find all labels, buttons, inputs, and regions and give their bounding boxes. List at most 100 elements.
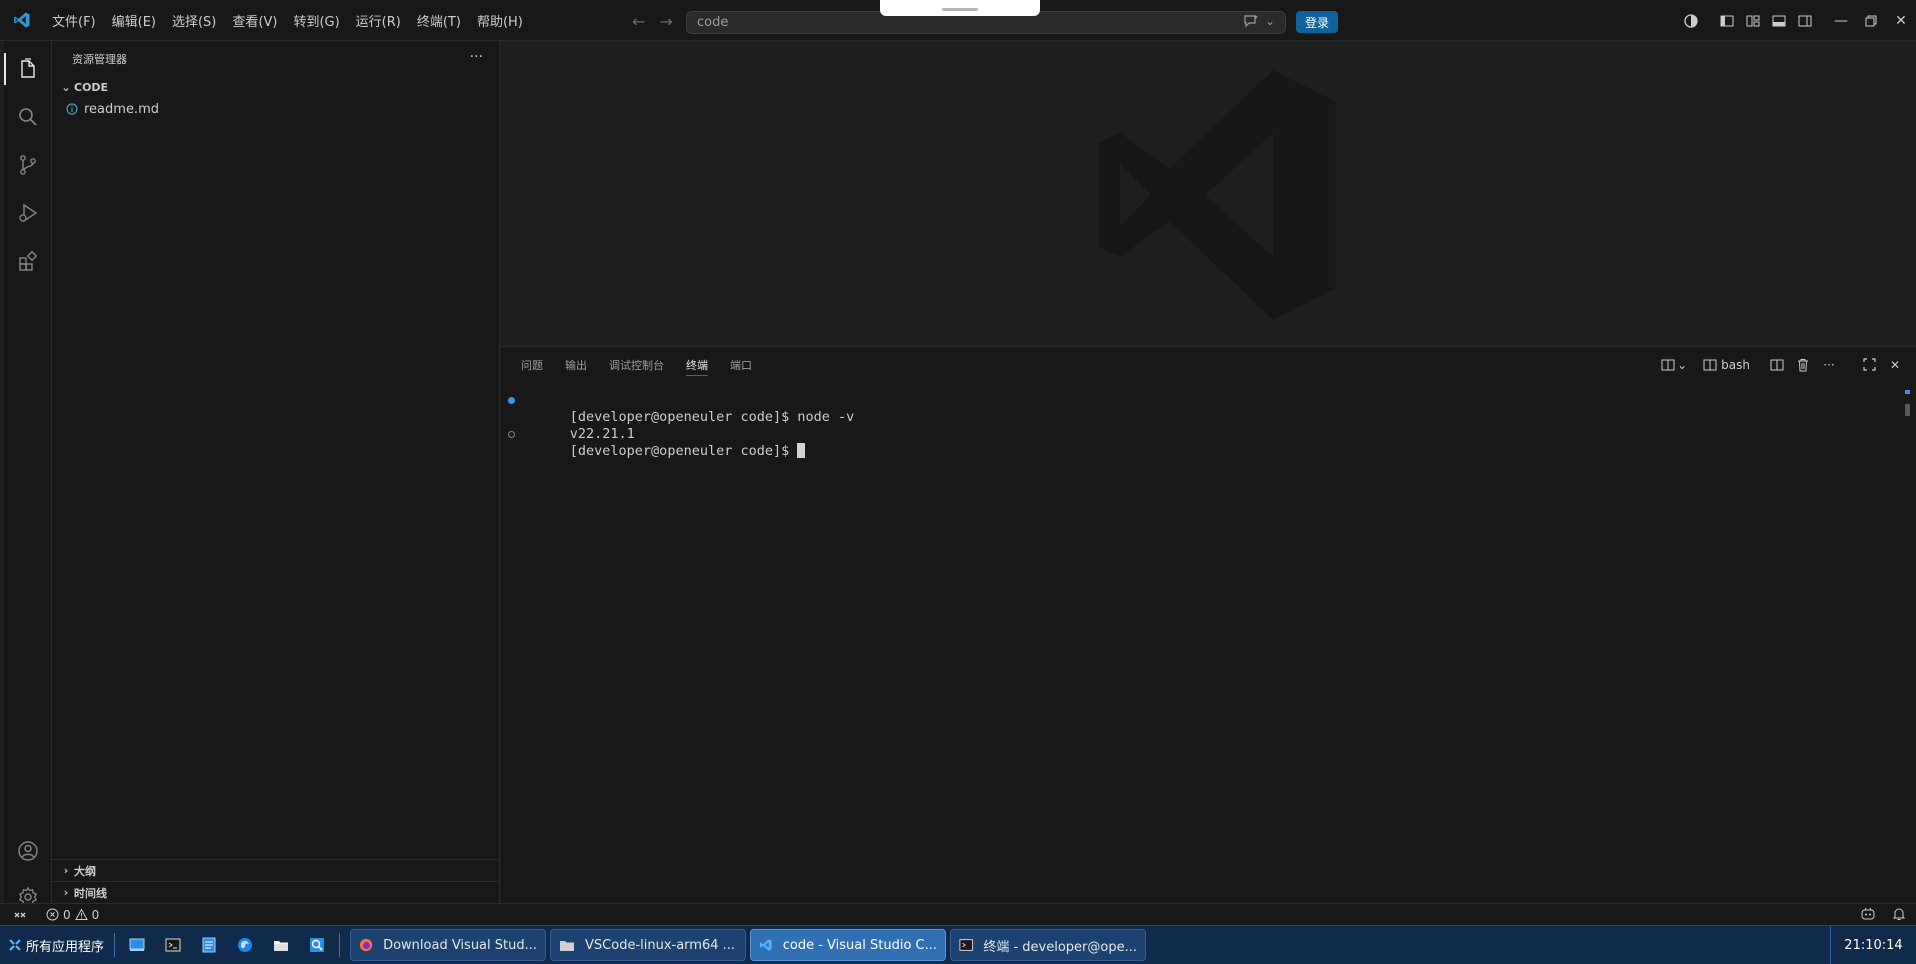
run-debug-icon[interactable]: [4, 189, 52, 237]
folder-name: CODE: [74, 80, 109, 94]
terminal-cursor: [797, 443, 806, 458]
task-label: 终端 - developer@ope...: [983, 939, 1138, 955]
show-desktop-icon[interactable]: [119, 926, 155, 964]
task-firefox[interactable]: Download Visual Stud...: [350, 929, 547, 961]
toggle-secondary-sidebar-icon[interactable]: [1792, 8, 1818, 34]
terminal-icon: [959, 939, 973, 951]
toggle-panel-icon[interactable]: [1766, 8, 1792, 34]
copilot-icon[interactable]: [1678, 8, 1704, 34]
firefox-icon: [359, 938, 373, 952]
menu-run[interactable]: 运行(R): [348, 0, 409, 41]
scrollbar-marker: [1905, 390, 1910, 394]
task-label: Download Visual Stud...: [383, 937, 538, 953]
terminal-output[interactable]: [developer@openeuler code]$ node -v v22.…: [501, 392, 1901, 459]
task-vscode[interactable]: code - Visual Studio C...: [750, 929, 947, 961]
status-bar: 0 0: [0, 903, 1916, 925]
menu-selection[interactable]: 选择(S): [164, 0, 224, 41]
explorer-icon[interactable]: [4, 45, 52, 93]
file-item-readme[interactable]: readme.md: [52, 98, 499, 120]
signin-button[interactable]: 登录: [1296, 11, 1339, 33]
timeline-label: 时间线: [74, 886, 107, 900]
tab-ports[interactable]: 端口: [730, 347, 752, 382]
menu-bar: 文件(F) 编辑(E) 选择(S) 查看(V) 转到(G) 运行(R) 终端(T…: [44, 0, 531, 41]
screen-drag-handle[interactable]: [880, 0, 1040, 16]
start-menu-button[interactable]: 所有应用程序: [0, 926, 110, 964]
warning-icon: [74, 908, 88, 920]
toggle-primary-sidebar-icon[interactable]: [1714, 8, 1740, 34]
notifications-bell-icon[interactable]: [1892, 907, 1906, 924]
explorer-sidebar: 资源管理器 ··· ⌄ CODE readme.md › 大纲 › 时间线: [52, 41, 500, 903]
file-name: readme.md: [84, 101, 159, 117]
source-control-icon[interactable]: [4, 141, 52, 189]
back-arrow-icon[interactable]: ←: [632, 12, 645, 31]
split-terminal-icon[interactable]: [1766, 354, 1788, 376]
warning-count: 0: [91, 907, 100, 922]
task-terminal[interactable]: 终端 - developer@ope...: [950, 929, 1147, 961]
maximize-panel-icon[interactable]: [1858, 354, 1880, 376]
taskbar-clock[interactable]: 21:10:14: [1830, 926, 1916, 964]
trash-icon[interactable]: [1792, 354, 1814, 376]
title-bar: 文件(F) 编辑(E) 选择(S) 查看(V) 转到(G) 运行(R) 终端(T…: [0, 0, 1916, 41]
command-pending-decoration[interactable]: [508, 431, 515, 438]
copilot-status-icon[interactable]: [1860, 907, 1876, 924]
close-panel-icon[interactable]: ✕: [1884, 354, 1906, 376]
problems-status[interactable]: 0 0: [40, 908, 99, 922]
panel-actions: ⌄ bash ··· ✕: [1659, 347, 1906, 382]
tab-output[interactable]: 输出: [565, 347, 587, 382]
menu-view[interactable]: 查看(V): [224, 0, 285, 41]
info-icon: [64, 101, 80, 117]
browser-launcher-icon[interactable]: [227, 926, 263, 964]
new-terminal-dropdown-icon[interactable]: ⌄: [1659, 354, 1689, 376]
terminal-line: [developer@openeuler code]$ node -v: [501, 392, 1901, 425]
copilot-chat-button[interactable]: ⌄: [1243, 14, 1275, 28]
text-editor-launcher-icon[interactable]: [191, 926, 227, 964]
search-launcher-icon[interactable]: [299, 926, 335, 964]
outline-label: 大纲: [74, 864, 96, 878]
more-actions-icon[interactable]: ···: [470, 49, 483, 65]
menu-go[interactable]: 转到(G): [285, 0, 347, 41]
chevron-down-icon: ⌄: [61, 80, 71, 94]
shell-name: bash: [1721, 357, 1750, 372]
tab-problems[interactable]: 问题: [521, 347, 543, 382]
menu-terminal[interactable]: 终端(T): [409, 0, 469, 41]
chevron-down-icon[interactable]: ⌄: [1265, 14, 1275, 28]
customize-layout-icon[interactable]: [1740, 8, 1766, 34]
remote-indicator-icon[interactable]: [0, 904, 40, 926]
sidebar-title: 资源管理器: [72, 52, 127, 66]
menu-edit[interactable]: 编辑(E): [104, 0, 164, 41]
activity-bar: [0, 41, 52, 908]
title-actions: — ✕: [1678, 0, 1916, 41]
close-window-icon[interactable]: ✕: [1886, 0, 1916, 41]
minimize-icon[interactable]: —: [1826, 0, 1856, 41]
tab-terminal[interactable]: 终端: [686, 347, 708, 382]
vscode-icon: [759, 939, 772, 951]
command-center-text: code: [697, 15, 729, 30]
task-file-manager[interactable]: VSCode-linux-arm64 ...: [550, 929, 747, 961]
tab-debug-console[interactable]: 调试控制台: [609, 347, 664, 382]
menu-file[interactable]: 文件(F): [44, 0, 104, 41]
menu-help[interactable]: 帮助(H): [469, 0, 531, 41]
outline-section[interactable]: › 大纲: [52, 859, 500, 881]
more-actions-icon[interactable]: ···: [1818, 354, 1840, 376]
editor-area[interactable]: [501, 41, 1916, 346]
terminal-instance[interactable]: bash: [1701, 354, 1752, 376]
restore-icon[interactable]: [1856, 0, 1886, 41]
terminal-line: v22.21.1: [569, 426, 635, 442]
error-icon: [46, 908, 59, 921]
extensions-icon[interactable]: [4, 237, 52, 285]
terminal-launcher-icon[interactable]: [155, 926, 191, 964]
forward-arrow-icon[interactable]: →: [659, 12, 672, 31]
file-manager-launcher-icon[interactable]: [263, 926, 299, 964]
task-label: VSCode-linux-arm64 ...: [585, 937, 736, 953]
accounts-icon[interactable]: [4, 827, 52, 875]
command-success-decoration[interactable]: [508, 397, 515, 404]
start-menu-label: 所有应用程序: [26, 939, 105, 955]
search-icon[interactable]: [4, 93, 52, 141]
terminal-line: [developer@openeuler code]$: [501, 426, 1901, 459]
terminal-scrollbar[interactable]: [1905, 404, 1910, 416]
chevron-right-icon: ›: [63, 864, 69, 877]
folder-section-header[interactable]: ⌄ CODE: [52, 76, 499, 98]
sidebar-header: 资源管理器 ···: [52, 41, 499, 76]
vscode-logo-icon: [0, 0, 44, 41]
timeline-section[interactable]: › 时间线: [52, 881, 500, 903]
